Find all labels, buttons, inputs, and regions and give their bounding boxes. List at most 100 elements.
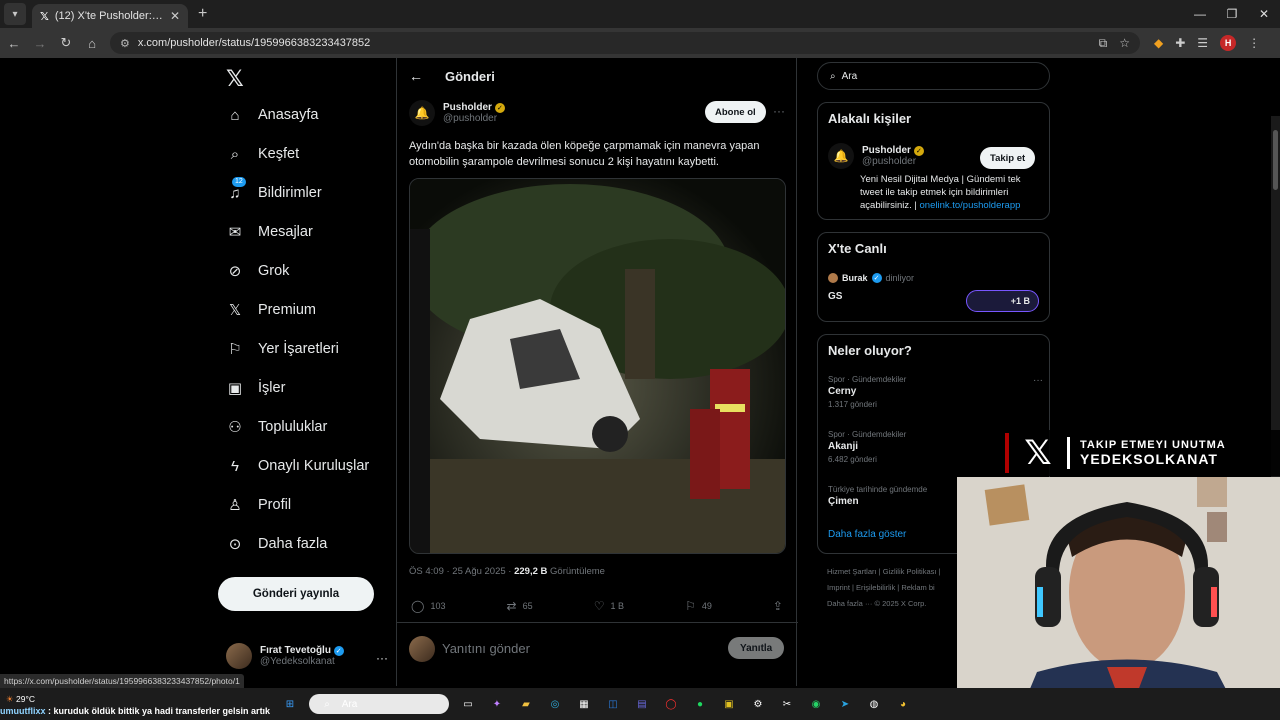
watermark-line1: TAKIP ETMEYI UNUTMA: [1080, 439, 1226, 451]
capcut-icon[interactable]: ✂: [777, 694, 797, 714]
nav-communities[interactable]: ⚇ Topluluklar: [226, 418, 327, 436]
lightning-icon: ϟ: [231, 457, 239, 475]
nav-profile[interactable]: ♙ Profil: [226, 496, 291, 514]
repost-icon: ⇄: [506, 599, 517, 613]
more-icon[interactable]: ···: [376, 651, 388, 665]
post-text: Aydın'da başka bir kazada ölen köpeğe ça…: [409, 140, 760, 168]
post-detail-column: ← Gönderi 🔔 Pusholder ✓ @pusholder Abone …: [396, 58, 798, 686]
tab-search-button[interactable]: ▾: [4, 3, 26, 25]
back-arrow-icon[interactable]: ←: [409, 68, 423, 84]
reading-list-icon[interactable]: ☰: [1197, 36, 1208, 50]
star-icon[interactable]: ☆: [1119, 36, 1130, 51]
back-button[interactable]: ←: [2, 31, 26, 55]
nav-home[interactable]: ⌂ Anasayfa: [226, 106, 318, 124]
nav-label: Keşfet: [258, 146, 300, 162]
new-tab-button[interactable]: +: [198, 5, 207, 23]
opera-icon[interactable]: ◯: [661, 694, 681, 714]
card-title: Alakalı kişiler: [828, 111, 912, 126]
weather-widget[interactable]: ☀ 29°C: [6, 694, 35, 705]
nav-label: Onaylı Kuruluşlar: [258, 458, 370, 474]
shield-extension-icon[interactable]: ◆: [1154, 36, 1163, 50]
search-icon: ⌕: [324, 698, 330, 710]
obs-icon[interactable]: ◍: [864, 694, 884, 714]
live-topic[interactable]: GS: [828, 291, 842, 302]
more-icon[interactable]: ···: [773, 104, 785, 118]
browser-toolbar: ← → ↻ ⌂ ⚙ x.com/pusholder/status/1959966…: [0, 28, 1280, 58]
nav-explore[interactable]: ⌕ Keşfet: [226, 145, 299, 163]
minimize-button[interactable]: —: [1184, 0, 1216, 28]
taskbar-search[interactable]: ⌕ Ara: [309, 694, 449, 714]
nav-premium[interactable]: 𝕏 Premium: [226, 301, 316, 319]
browser-tab[interactable]: 𝕏 (12) X'te Pusholder: "Aydın'da b ✕: [32, 4, 188, 28]
listeners-pill[interactable]: +1 B: [966, 290, 1039, 312]
nav-jobs[interactable]: ▣ İşler: [226, 379, 286, 397]
reply-submit-button[interactable]: Yanıtla: [728, 637, 785, 659]
share-button[interactable]: ⇪: [773, 599, 783, 613]
task-view-icon[interactable]: ▭: [458, 694, 478, 714]
whatsapp-icon[interactable]: ◉: [806, 694, 826, 714]
more-icon[interactable]: ···: [1033, 375, 1043, 386]
teams-icon[interactable]: ▤: [632, 694, 652, 714]
nav-messages[interactable]: ✉ Mesajlar: [226, 223, 313, 241]
nav-verified-orgs[interactable]: ϟ Onaylı Kuruluşlar: [226, 457, 369, 475]
post-author[interactable]: 🔔 Pusholder ✓ @pusholder: [409, 100, 505, 126]
trend-item[interactable]: Spor · Gündemdekiler Cerny 1.317 gönderi…: [828, 375, 1043, 409]
nav-label: Yer İşaretleri: [258, 341, 339, 357]
reload-button[interactable]: ↻: [54, 31, 78, 55]
tab-close-icon[interactable]: ✕: [170, 9, 180, 23]
column-header: ← Gönderi: [409, 68, 495, 84]
browser-menu-icon[interactable]: ⋮: [1248, 36, 1260, 50]
nav-more[interactable]: ⊙ Daha fazla: [226, 535, 328, 553]
telegram-icon[interactable]: ➤: [835, 694, 855, 714]
nav-bookmarks[interactable]: ⚐ Yer İşaretleri: [226, 340, 339, 358]
subscribe-button[interactable]: Abone ol: [705, 101, 766, 123]
account-switcher[interactable]: Fırat Tevetoğlu ✓ @Yedeksolkanat ···: [226, 643, 388, 669]
spotify-icon[interactable]: ●: [690, 694, 710, 714]
outlook-icon[interactable]: ◫: [603, 694, 623, 714]
repost-button[interactable]: ⇄ 65: [507, 599, 533, 613]
bookmark-button[interactable]: ⚐ 49: [685, 599, 712, 613]
footer-links: Hizmet Şartları | Gizlilik Politikası | …: [827, 567, 941, 608]
nav-label: Grok: [258, 263, 290, 279]
accident-photo: [410, 179, 785, 553]
live-host[interactable]: Burak ✓ dinliyor: [828, 273, 914, 283]
follow-button[interactable]: Takip et: [980, 147, 1036, 169]
bell-icon: ♫ 12: [226, 177, 246, 202]
relevant-people-card: Alakalı kişiler 🔔 Pusholder ✓ @pusholder …: [817, 102, 1050, 220]
search-input[interactable]: ⌕ Ara: [817, 62, 1050, 90]
scrollbar-thumb[interactable]: [1273, 130, 1278, 190]
like-button[interactable]: ♡ 1 B: [594, 599, 624, 613]
relevant-account[interactable]: 🔔 Pusholder ✓ @pusholder: [828, 143, 924, 169]
post-button[interactable]: Gönderi yayınla: [218, 577, 374, 611]
folder-icon[interactable]: ▰: [516, 694, 536, 714]
profile-avatar[interactable]: H: [1220, 35, 1237, 51]
close-window-button[interactable]: ✕: [1248, 0, 1280, 28]
verified-badge-icon: ✓: [871, 273, 882, 283]
store-icon[interactable]: ▦: [574, 694, 594, 714]
settings-icon[interactable]: ⚙: [748, 694, 768, 714]
reply-button[interactable]: ◯ 103: [411, 599, 445, 613]
show-more-link[interactable]: Daha fazla göster: [828, 529, 906, 540]
bio-link[interactable]: onelink.to/pusholderapp: [920, 200, 1021, 211]
maximize-button[interactable]: ❐: [1216, 0, 1248, 28]
comment-icon: ◯: [411, 599, 425, 613]
nav-notifications[interactable]: ♫ 12 Bildirimler: [226, 177, 322, 202]
account-handle: @Yedeksolkanat: [260, 656, 335, 667]
cast-icon[interactable]: ⧉: [1099, 36, 1108, 51]
address-bar[interactable]: ⚙ x.com/pusholder/status/195996638323343…: [110, 32, 1140, 54]
copilot-icon[interactable]: ✦: [487, 694, 507, 714]
chrome-icon[interactable]: ◕: [893, 694, 913, 714]
extensions-icon[interactable]: ✚: [1175, 36, 1185, 50]
post-image[interactable]: [409, 178, 786, 554]
home-button[interactable]: ⌂: [80, 31, 104, 55]
person-icon: ♙: [228, 497, 242, 514]
forward-button[interactable]: →: [28, 31, 52, 55]
reply-input[interactable]: Yanıtını gönder: [442, 641, 530, 656]
app-icon[interactable]: ▣: [719, 694, 739, 714]
edge-icon[interactable]: ◎: [545, 694, 565, 714]
share-icon: ⇪: [772, 599, 783, 613]
site-info-icon[interactable]: ⚙: [120, 37, 130, 50]
start-icon[interactable]: ⊞: [280, 694, 300, 714]
x-logo-icon[interactable]: 𝕏: [226, 66, 244, 92]
nav-grok[interactable]: ⊘ Grok: [226, 262, 290, 280]
